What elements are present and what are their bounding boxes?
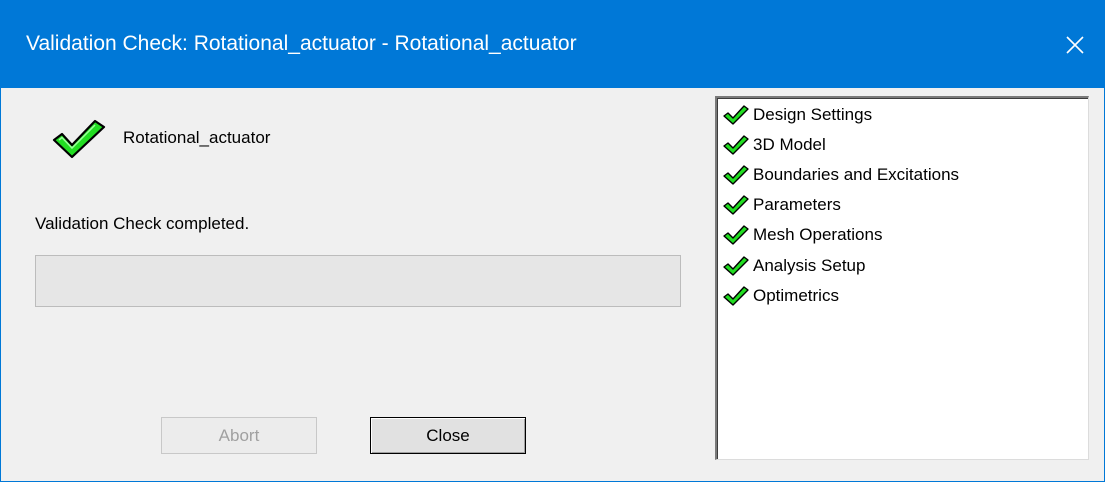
checklist-item-label: Optimetrics [753,286,839,305]
checklist-item-label: Boundaries and Excitations [753,165,960,184]
checklist-item-boundaries-and-excitations: Boundaries and Excitations [723,160,959,190]
checklist-item-label: Mesh Operations [753,225,883,244]
close-icon [1066,35,1084,54]
title-bar[interactable]: Validation Check: Rotational_actuator - … [1,1,1104,88]
checklist-item-label: Design Settings [753,105,873,124]
green-check-icon [723,135,749,155]
green-check-icon [723,165,749,185]
status-message: Validation Check completed. [35,214,250,233]
green-check-icon [723,105,749,125]
close-button[interactable]: Close [370,417,526,454]
green-check-icon [723,286,749,306]
checklist-item-label: Analysis Setup [753,256,866,275]
abort-button[interactable]: Abort [161,417,317,454]
checklist-item-label: 3D Model [753,135,826,154]
checklist-item-mesh-operations: Mesh Operations [723,220,882,250]
green-check-icon [723,225,749,245]
progress-bar [35,255,681,307]
green-check-icon [723,195,749,215]
validation-checklist[interactable]: Design Settings 3D Model Boundaries and … [715,96,1089,460]
checklist-item-3d-model: 3D Model [723,130,826,160]
checklist-item-analysis-setup: Analysis Setup [723,251,865,281]
green-check-icon [723,256,749,276]
checklist-item-label: Parameters [753,195,841,214]
checklist-item-optimetrics: Optimetrics [723,281,839,311]
validation-dialog: Validation Check: Rotational_actuator - … [0,0,1105,482]
checklist-item-design-settings: Design Settings [723,100,872,130]
close-window-button[interactable] [1046,1,1104,88]
design-name-label: Rotational_actuator [123,128,271,147]
window-title: Validation Check: Rotational_actuator - … [26,32,577,55]
checklist-item-parameters: Parameters [723,190,841,220]
dialog-body: Rotational_actuator Validation Check com… [1,88,1104,481]
green-check-icon [52,119,106,159]
